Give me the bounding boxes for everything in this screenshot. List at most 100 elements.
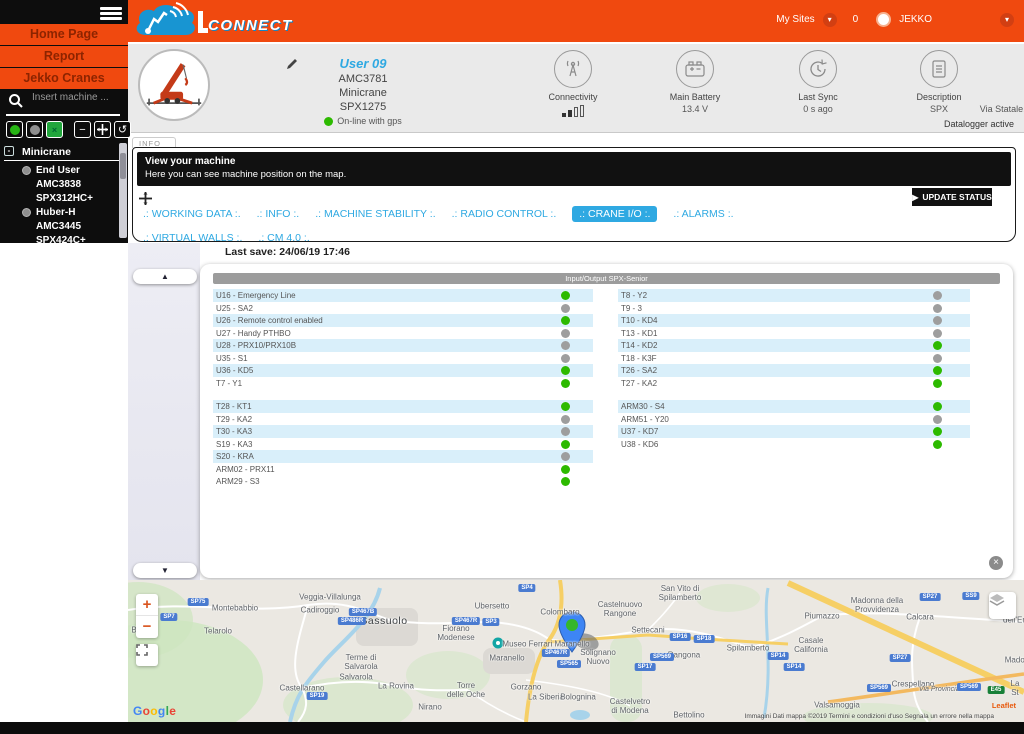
tab-info[interactable]: .: INFO :.: [257, 208, 300, 220]
sidebar-item-report[interactable]: Report: [0, 46, 128, 67]
io-row: U16 - Emergency Line: [213, 289, 593, 302]
green-dot-icon: [10, 125, 20, 135]
map-town-label: Veggia-Villalunga: [299, 592, 361, 601]
status-on-icon: [561, 379, 570, 388]
top-bar: CONNECT My Sites ▾ 0 JEKKO ▾: [128, 0, 1024, 42]
collapse-node-icon[interactable]: -: [4, 146, 14, 156]
io-label: T29 - KA2: [216, 415, 252, 424]
road-badge: SP14: [768, 652, 789, 660]
road-badge: SS9: [962, 592, 979, 600]
filter-offline-button[interactable]: [26, 121, 43, 138]
tree-item-huber-h[interactable]: Huber-H: [0, 205, 128, 219]
tree-item-spx424c+[interactable]: SPX424C+: [0, 233, 128, 247]
io-column-left: U16 - Emergency Line U25 - SA2U26 - Remot…: [213, 289, 593, 499]
io-label: T7 - Y1: [216, 379, 242, 388]
map-town-label: Nirano: [418, 702, 442, 711]
zoom-out-button[interactable]: −: [136, 616, 158, 638]
filter-online-button[interactable]: [6, 121, 23, 138]
layers-button[interactable]: [989, 592, 1016, 619]
map-town-label: Calcara: [906, 612, 934, 621]
io-label: T27 - KA2: [621, 379, 657, 388]
tab-virtual-walls[interactable]: .: VIRTUAL WALLS :.: [143, 232, 242, 244]
map-town-label: Gorzano: [511, 682, 542, 691]
notice-title: View your machine: [145, 156, 1003, 167]
io-label: ARM29 - S3: [216, 477, 260, 486]
map-town-label: La Siberia: [528, 692, 564, 701]
road-badge: SP18: [694, 635, 715, 643]
status-off-icon: [561, 452, 570, 461]
io-row: U27 - Handy PTHBO: [213, 327, 593, 340]
refresh-button[interactable]: ↺: [114, 121, 131, 138]
io-row: U38 - KD6: [618, 438, 970, 451]
expand-tree-button[interactable]: [94, 121, 111, 138]
hamburger-menu-icon[interactable]: [100, 5, 122, 21]
map-town-label: Valsamoggia: [814, 700, 860, 709]
io-row: U25 - SA2: [213, 302, 593, 315]
my-sites-label[interactable]: My Sites: [776, 14, 814, 25]
google-logo: Google: [133, 704, 176, 718]
io-label: T10 - KD4: [621, 316, 657, 325]
road-badge: SP569: [867, 684, 891, 692]
io-row: T30 - KA3: [213, 425, 593, 438]
close-panel-icon[interactable]: ×: [989, 556, 1003, 570]
map-town-label: Cadiroggio: [301, 605, 340, 614]
tab-cm-4-0[interactable]: .: CM 4.0 :.: [258, 232, 309, 244]
map-town-label: Spilamberto: [727, 643, 770, 652]
machine-photo: [138, 49, 210, 121]
battery-icon: [676, 50, 714, 88]
tree-item-label: End User: [36, 165, 80, 176]
zoom-in-button[interactable]: +: [136, 594, 158, 616]
user-avatar[interactable]: [876, 12, 891, 27]
sidebar-item-home-page[interactable]: Home Page: [0, 24, 128, 45]
update-status-button[interactable]: ▶ UPDATE STATUS: [912, 188, 992, 206]
status-off-icon: [561, 341, 570, 350]
io-label: U28 - PRX10/PRX10B: [216, 341, 296, 350]
map[interactable]: Veggia-VillalungaMontebabbioCadiroggioSa…: [128, 580, 1024, 722]
stat-label: Position: [977, 92, 1024, 102]
app-window: Home PageReportJekko Cranes × − ↺ - Mini…: [0, 0, 1024, 734]
my-sites-chevron-icon[interactable]: ▾: [823, 13, 837, 27]
tab-crane-i-o[interactable]: .: CRANE I/O :.: [572, 206, 657, 222]
search-input[interactable]: [32, 92, 118, 103]
tree-node-minicrane[interactable]: - Minicrane: [4, 143, 124, 161]
io-row: ARM02 - PRX11: [213, 463, 593, 476]
scroll-up-button[interactable]: ▲: [133, 269, 197, 284]
bottom-bar: [0, 722, 1024, 734]
collapse-tree-button[interactable]: −: [74, 121, 91, 138]
last-sync-icon: [799, 50, 837, 88]
io-row: U26 - Remote control enabled: [213, 314, 593, 327]
io-label: U16 - Emergency Line: [216, 291, 296, 300]
tab-machine-stability[interactable]: .: MACHINE STABILITY :.: [315, 208, 435, 220]
leaflet-attribution[interactable]: Leaflet: [992, 701, 1016, 710]
map-town-label: Fiorano Modenese: [437, 624, 474, 642]
map-town-label: Bolognina: [560, 692, 596, 701]
io-row: T18 - K3F: [618, 352, 970, 365]
tab-working-data[interactable]: .: WORKING DATA :.: [143, 208, 241, 220]
scroll-down-button[interactable]: ▼: [133, 563, 197, 578]
tree-item-amc3838[interactable]: AMC3838: [0, 177, 128, 191]
io-row: U28 - PRX10/PRX10B: [213, 339, 593, 352]
machine-header: User 09 AMC3781 Minicrane SPX1275 On-lin…: [128, 42, 1024, 133]
map-zoom-control[interactable]: + −: [136, 594, 158, 638]
status-on-icon: [933, 402, 942, 411]
tree-scrollbar[interactable]: [119, 143, 127, 238]
tree-item-end user[interactable]: End User: [0, 163, 128, 177]
sidebar-item-jekko-cranes[interactable]: Jekko Cranes: [0, 68, 128, 89]
io-row: T29 - KA2: [213, 413, 593, 426]
tree-item-amc3445[interactable]: AMC3445: [0, 219, 128, 233]
tab-alarms[interactable]: .: ALARMS :.: [673, 208, 733, 220]
tree-item-spx312hc+[interactable]: SPX312HC+: [0, 191, 128, 205]
road-badge: SP75: [188, 598, 209, 606]
gray-dot-icon: [30, 125, 40, 135]
status-on-icon: [933, 427, 942, 436]
edit-pencil-icon[interactable]: [285, 57, 299, 71]
user-menu-chevron-icon[interactable]: ▾: [1000, 13, 1014, 27]
status-dot-icon: [22, 208, 31, 217]
status-off-icon: [561, 427, 570, 436]
fullscreen-button[interactable]: [136, 644, 158, 666]
filter-disabled-button[interactable]: ×: [46, 121, 63, 138]
sidebar-menu: Home PageReportJekko Cranes: [0, 24, 128, 90]
map-attribution[interactable]: Immagini Dati mappa ©2019 Termini e cond…: [745, 713, 994, 720]
io-panel-header: Input/Output SPX-Senior: [213, 273, 1000, 284]
tab-radio-control[interactable]: .: RADIO CONTROL :.: [452, 208, 557, 220]
